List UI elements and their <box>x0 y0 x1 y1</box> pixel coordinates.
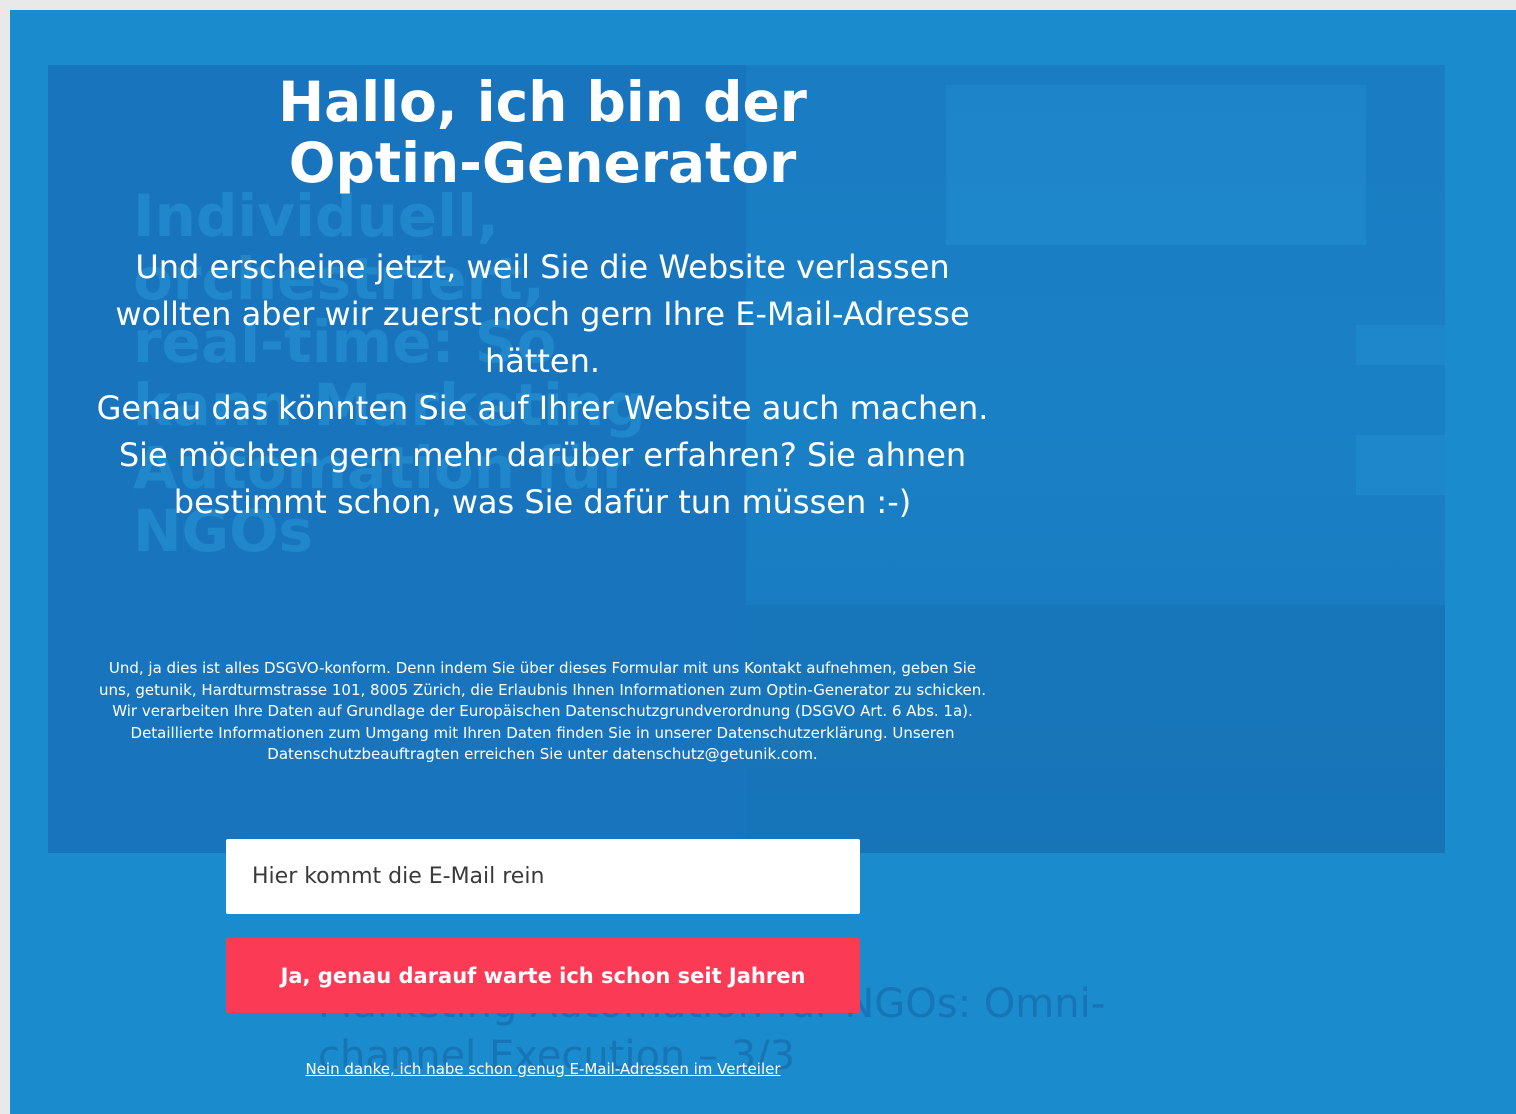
email-input[interactable] <box>226 839 860 914</box>
privacy-notice: Und, ja dies ist alles DSGVO-konform. De… <box>99 659 986 764</box>
popup-title: Hallo, ich bin der Optin-Generator <box>278 70 807 195</box>
subscribe-button[interactable]: Ja, genau darauf warte ich schon seit Ja… <box>226 938 860 1013</box>
decline-link[interactable]: Nein danke, ich habe schon genug E-Mail-… <box>226 1060 860 1078</box>
popup-body-text: Und erscheine jetzt, weil Sie die Websit… <box>96 248 989 521</box>
background-photo-wall <box>946 85 1366 245</box>
background-photo-window <box>1356 435 1445 495</box>
background-photo-window <box>1356 325 1445 365</box>
exit-intent-overlay: Individuell, orchestriert, real-time: So… <box>10 10 1516 1114</box>
